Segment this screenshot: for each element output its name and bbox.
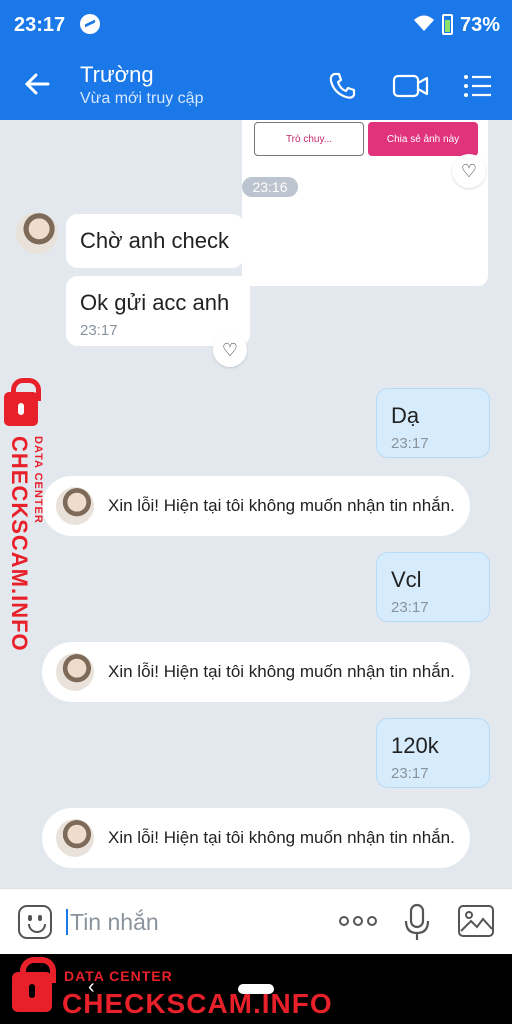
watermark-small: DATA CENTER — [32, 436, 44, 524]
watermark-big: CHECKSCAM.INFO — [62, 988, 333, 1019]
watermark-small: DATA CENTER — [64, 968, 173, 984]
emoji-icon[interactable] — [18, 905, 52, 939]
heart-icon[interactable]: ♡ — [213, 333, 247, 367]
notice-text: Xin lỗi! Hiện tại tôi không muốn nhận ti… — [108, 496, 455, 515]
message-bubble[interactable]: Vcl 23:17 — [376, 552, 490, 622]
message-text: Dạ — [391, 403, 420, 428]
message-text: Vcl — [391, 567, 422, 592]
watermark-big: CHECKSCAM.INFO — [7, 436, 32, 652]
video-call-icon[interactable] — [392, 70, 430, 107]
notice-text: Xin lỗi! Hiện tại tôi không muốn nhận ti… — [108, 662, 455, 681]
messenger-icon — [80, 14, 100, 34]
message-bubble[interactable]: Chờ anh check — [66, 214, 244, 268]
more-icon[interactable] — [338, 911, 378, 937]
status-bar: 23:17 73% — [0, 0, 512, 50]
message-bubble[interactable]: 120k 23:17 — [376, 718, 490, 788]
text-cursor — [66, 909, 68, 935]
message-text: Chờ anh check — [80, 228, 229, 253]
battery-icon — [442, 14, 453, 35]
menu-list-icon[interactable] — [462, 70, 494, 107]
share-photo-button[interactable]: Chia sẻ ảnh này — [368, 122, 478, 156]
wifi-icon — [412, 13, 436, 39]
message-text: 120k — [391, 733, 439, 758]
lock-icon — [4, 378, 41, 426]
auto-reply-notice: Xin lỗi! Hiện tại tôi không muốn nhận ti… — [42, 642, 470, 702]
message-time: 23:17 — [391, 435, 429, 452]
contact-status: Vừa mới truy cập — [80, 90, 204, 107]
nav-back-icon[interactable]: ‹ — [88, 976, 95, 999]
battery-percent: 73% — [460, 14, 501, 36]
message-time: 23:17 — [391, 765, 429, 782]
message-input[interactable]: Tin nhắn — [70, 909, 159, 936]
avatar[interactable] — [16, 212, 58, 254]
contact-name[interactable]: Trường — [80, 62, 154, 88]
side-watermark: CHECKSCAM.INFO DATA CENTER — [0, 378, 60, 652]
input-bar: Tin nhắn — [0, 888, 512, 954]
nav-home-pill[interactable] — [238, 984, 274, 994]
heart-icon[interactable]: ♡ — [452, 154, 486, 188]
message-text: Ok gửi acc anh — [80, 290, 230, 315]
message-time: 23:17 — [391, 599, 429, 616]
status-time: 23:17 — [14, 14, 66, 36]
message-bubble[interactable]: Dạ 23:17 — [376, 388, 490, 458]
back-arrow-icon[interactable] — [22, 66, 52, 111]
auto-reply-notice: Xin lỗi! Hiện tại tôi không muốn nhận ti… — [42, 476, 470, 536]
chat-header: Trường Vừa mới truy cập — [0, 50, 512, 120]
chat-area[interactable]: Trò chuy... Chia sẻ ảnh này ♡ 23:16 Chờ … — [0, 120, 512, 888]
mic-icon[interactable] — [404, 901, 430, 943]
time-separator: 23:16 — [242, 177, 298, 197]
auto-reply-notice: Xin lỗi! Hiện tại tôi không muốn nhận ti… — [42, 808, 470, 868]
avatar — [56, 487, 94, 525]
image-icon[interactable] — [458, 905, 494, 937]
bottom-watermark-bar: DATA CENTER CHECKSCAM.INFO ‹ — [0, 954, 512, 1024]
lock-icon — [12, 957, 56, 1012]
notice-text: Xin lỗi! Hiện tại tôi không muốn nhận ti… — [108, 828, 455, 847]
avatar — [56, 653, 94, 691]
phone-icon[interactable] — [326, 70, 358, 107]
chat-button[interactable]: Trò chuy... — [254, 122, 364, 156]
shared-card: Trò chuy... Chia sẻ ảnh này — [242, 120, 488, 286]
message-time: 23:17 — [80, 322, 118, 339]
avatar — [56, 819, 94, 857]
